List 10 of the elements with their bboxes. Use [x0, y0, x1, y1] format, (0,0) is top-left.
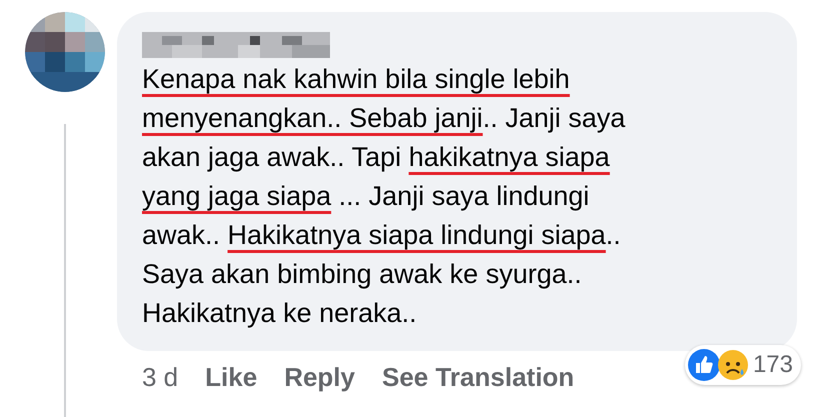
comment-text: Kenapa nak kahwin bila single lebih menyenangkan.. Sebab janji.. Janji saya akan jaga awak.. Tapi hakikatnya siapa yang jaga siapa ... Janji saya lindungi awak.. Hakikatnya siapa lindungi siapa.. Saya akan bimbing awak ke syurga.. Hakikatnya ke neraka.. [142, 63, 626, 330]
reaction-count: 173 [752, 350, 793, 380]
thumbs-up-icon [688, 349, 720, 381]
action-link[interactable]: Like [205, 357, 258, 397]
avatar[interactable] [25, 12, 105, 92]
sad-face-icon [716, 349, 749, 381]
action-link[interactable]: See Translation [382, 357, 574, 397]
action-link[interactable]: Reply [284, 357, 355, 397]
timestamp: 3 d [142, 361, 178, 394]
reactions-badge[interactable]: 173 [684, 345, 801, 385]
